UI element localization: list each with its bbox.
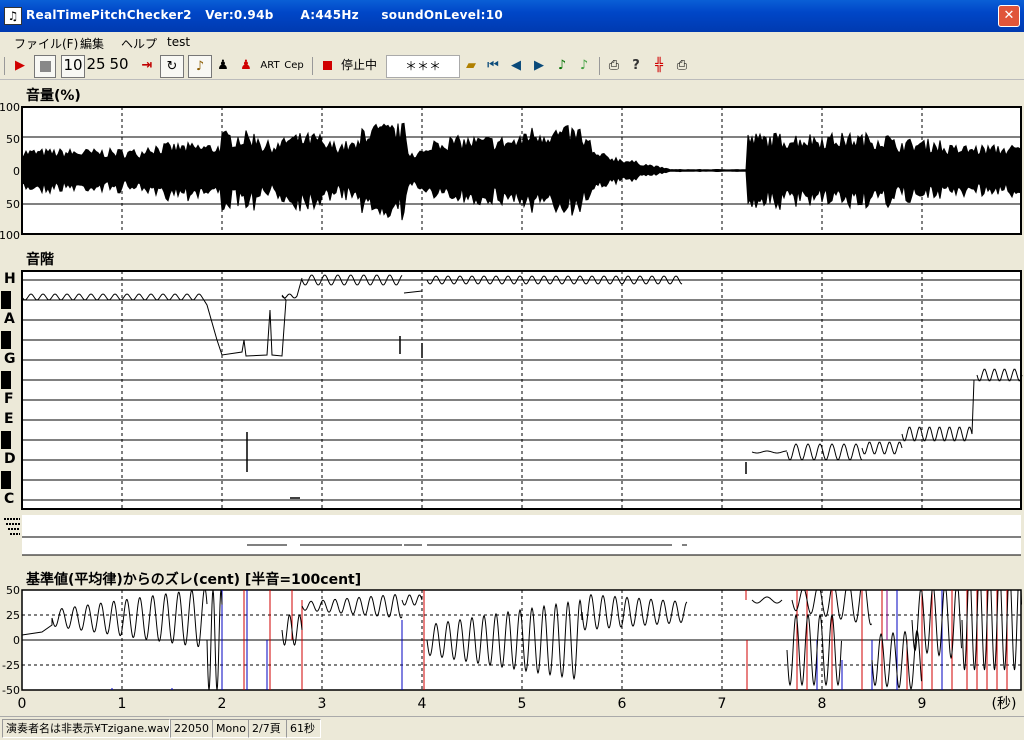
art-button[interactable]: ART: [259, 55, 281, 76]
loop-icon[interactable]: ↻: [160, 55, 184, 78]
prev-page-icon[interactable]: ◀: [506, 55, 526, 76]
time-tick-label: 1: [118, 696, 127, 712]
note-label: E: [4, 411, 14, 427]
speed-10-button[interactable]: 10: [61, 55, 85, 78]
status-samplerate: 22050: [170, 719, 213, 738]
status-channels: Mono: [212, 719, 249, 738]
open-folder-icon[interactable]: ▰: [461, 55, 481, 76]
toolbar-separator: [599, 57, 600, 75]
time-tick-label: 3: [318, 696, 327, 712]
status-duration: 61秒: [286, 719, 321, 738]
note-label: A: [4, 311, 15, 327]
volume-tick-label: 100: [0, 101, 20, 114]
jump-end-icon[interactable]: ⇥: [137, 55, 157, 76]
note-green-icon[interactable]: ♪: [552, 55, 572, 76]
speed-25-button[interactable]: 25: [85, 55, 107, 76]
piano-black-key: [1, 291, 11, 309]
note-light-icon[interactable]: ♪: [574, 55, 594, 76]
note-label: F: [4, 391, 14, 407]
note-label: C: [4, 491, 15, 507]
volume-axis-ticks: 100 50 0 50 100: [0, 101, 20, 242]
person-black-icon[interactable]: ♟: [213, 55, 233, 76]
speed-50-button[interactable]: 50: [108, 55, 130, 76]
toolbar-grip: [4, 57, 5, 75]
volume-tick-label: 50: [6, 198, 20, 211]
stop-indicator-icon: [318, 55, 336, 76]
toolbar-separator: [312, 57, 313, 75]
status-bar: 演奏者名は非表示¥Tzigane.wav 22050 Mono 2/7頁 61秒: [0, 716, 1024, 739]
time-tick-label: 0: [18, 696, 27, 712]
time-tick-label: 2: [218, 696, 227, 712]
note-label: D: [4, 451, 16, 467]
app-icon: ♫: [4, 7, 22, 25]
note-label: G: [4, 351, 16, 367]
piano-black-key: [1, 371, 11, 389]
person-red-icon[interactable]: ♟: [236, 55, 256, 76]
time-tick-label: 7: [718, 696, 727, 712]
cep-button[interactable]: Cep: [283, 55, 305, 76]
strip-area: [22, 515, 1021, 555]
close-button[interactable]: ✕: [998, 5, 1020, 27]
menu-help[interactable]: ヘルプ: [121, 35, 157, 52]
note-display: ＊＊＊: [386, 55, 460, 78]
note-label: H: [4, 271, 16, 287]
time-tick-label: 4: [418, 696, 427, 712]
next-page-icon[interactable]: ▶: [529, 55, 549, 76]
volume-tick-label: 100: [0, 229, 20, 242]
time-axis: 0 1 2 3 4 5 6 7 8 9: [18, 696, 927, 712]
time-axis-unit: (秒): [992, 696, 1017, 712]
status-filename: 演奏者名は非表示¥Tzigane.wav: [2, 719, 170, 738]
deviation-tick-label: -25: [2, 659, 20, 672]
menu-test[interactable]: test: [167, 35, 190, 49]
time-tick-label: 9: [918, 696, 927, 712]
time-tick-label: 6: [618, 696, 627, 712]
print-icon[interactable]: ⎙: [604, 55, 624, 76]
menu-edit[interactable]: 編集: [80, 35, 104, 52]
title-bar: ♫ RealTimePitchChecker2 Ver:0.94b A:445H…: [0, 0, 1024, 32]
deviation-tick-label: 50: [6, 584, 20, 597]
piano-black-key: [1, 471, 11, 489]
time-tick-label: 5: [518, 696, 527, 712]
play-icon[interactable]: ▶: [10, 55, 30, 76]
violin-icon[interactable]: ♪: [188, 55, 212, 78]
deviation-tick-label: 25: [6, 609, 20, 622]
status-page: 2/7頁: [248, 719, 287, 738]
menu-bar: ファイル(F) 編集 ヘルプ test: [0, 32, 1024, 52]
piano-black-key: [1, 331, 11, 349]
window-title: RealTimePitchChecker2 Ver:0.94b A:445Hz …: [26, 8, 504, 22]
toolbar: ▶ 10 25 50 ⇥ ↻ ♪ ♟ ♟ ART Cep 停止中 ＊＊＊ ▰ ⏮…: [0, 53, 1024, 80]
analysis-charts[interactable]: 10050050100 50250-25-50 0123456789 (秒): [0, 82, 1024, 714]
print-setup-icon[interactable]: ⎙: [672, 55, 692, 76]
first-page-icon[interactable]: ⏮: [483, 55, 503, 76]
help-icon[interactable]: ?: [626, 55, 646, 76]
menu-file[interactable]: ファイル(F): [14, 35, 78, 52]
stop-icon[interactable]: [34, 55, 56, 78]
status-label: 停止中: [340, 58, 377, 72]
piano-black-key: [1, 431, 11, 449]
deviation-axis-ticks: 50250-25-50: [2, 584, 20, 697]
time-tick-label: 8: [818, 696, 827, 712]
volume-tick-label: 50: [6, 133, 20, 146]
volume-tick-label: 0: [13, 165, 20, 178]
grid-icon[interactable]: ╬: [649, 55, 669, 76]
deviation-tick-label: 0: [13, 634, 20, 647]
scale-plot-area: [21, 270, 1022, 510]
